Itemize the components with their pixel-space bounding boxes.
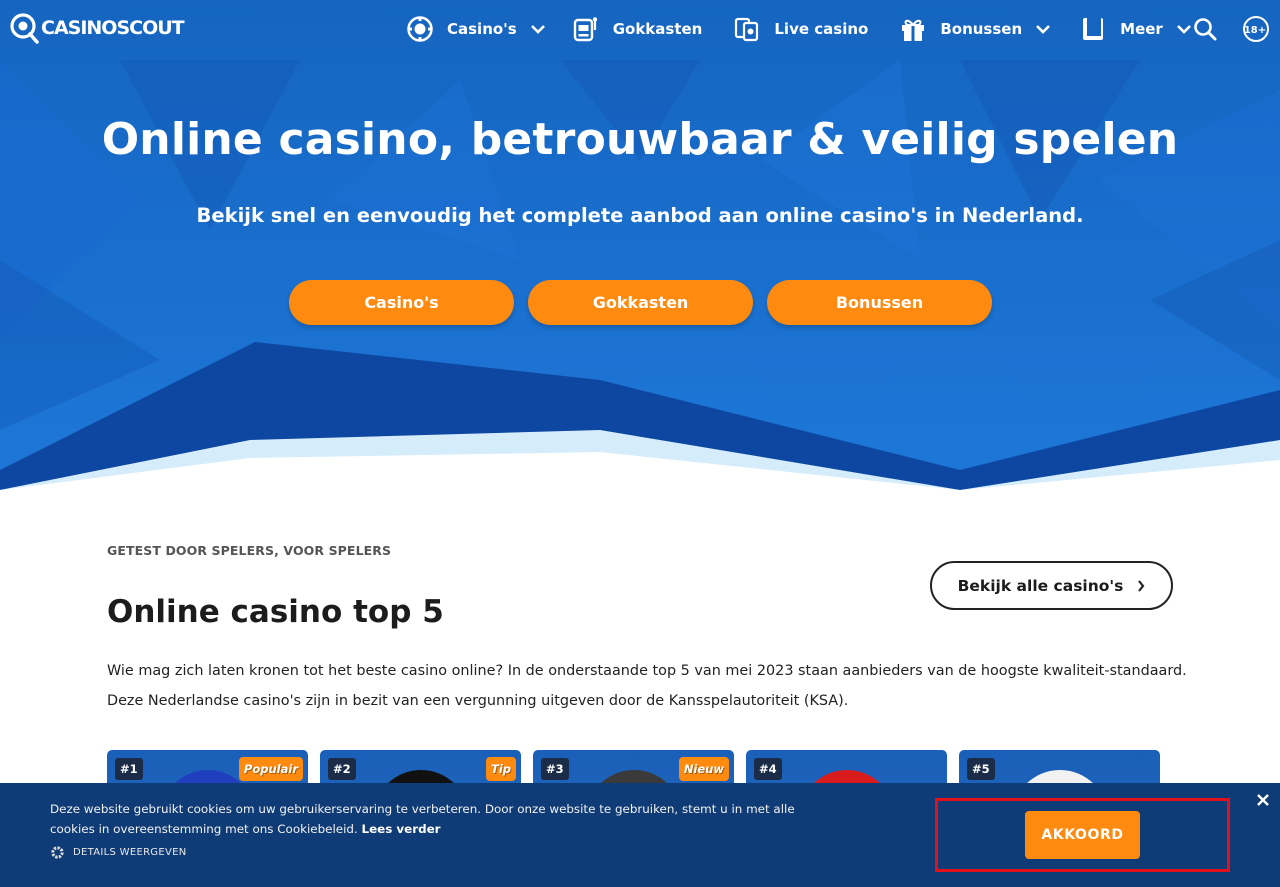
- logo-text: CASINOSCOUT: [41, 17, 185, 39]
- close-icon[interactable]: [1256, 793, 1270, 807]
- cookie-banner: Deze website gebruikt cookies om uw gebr…: [0, 783, 1280, 887]
- view-all-label: Bekijk alle casino's: [957, 576, 1124, 595]
- hero-gokkasten-button[interactable]: Gokkasten: [528, 280, 753, 325]
- hero-bonussen-button[interactable]: Bonussen: [767, 280, 992, 325]
- rank-badge: #4: [754, 758, 782, 780]
- details-label: DETAILS WEERGEVEN: [73, 847, 187, 858]
- hero-title: Online casino, betrouwbaar & veilig spel…: [101, 114, 1179, 165]
- rank-badge: #1: [115, 758, 143, 780]
- rank-badge: #5: [967, 758, 995, 780]
- rank-badge: #2: [328, 758, 356, 780]
- chevron-down-icon: [1176, 24, 1191, 34]
- section-title: Online casino top 5: [107, 594, 444, 630]
- nav-item-meer[interactable]: Meer: [1080, 14, 1191, 44]
- age-badge-text: 18+: [1244, 25, 1266, 36]
- nav-label-bonussen: Bonussen: [940, 20, 1023, 38]
- accept-cookies-button[interactable]: AKKOORD: [1025, 811, 1140, 859]
- search-icon[interactable]: [1193, 17, 1217, 41]
- card-tag: Populair: [238, 757, 303, 781]
- card-tag: Nieuw: [678, 757, 729, 781]
- main-nav: Casino's Gokkasten Live casino Bonussen …: [407, 14, 1191, 44]
- nav-item-live-casino[interactable]: Live casino: [734, 14, 868, 44]
- nav-label-casinos: Casino's: [447, 20, 517, 38]
- nav-label-gokkasten: Gokkasten: [612, 20, 703, 38]
- nav-item-bonussen[interactable]: Bonussen: [900, 14, 1051, 44]
- hero-casinos-button[interactable]: Casino's: [289, 280, 514, 325]
- nav-label-live-casino: Live casino: [774, 20, 869, 38]
- hero-section: [0, 0, 1280, 500]
- gift-icon: [902, 19, 925, 41]
- cookie-text: Deze website gebruikt cookies om uw gebr…: [50, 799, 830, 839]
- nav-label-meer: Meer: [1120, 20, 1163, 38]
- site-header: CASINOSCOUT Casino's Gokkasten Live casi…: [0, 0, 1280, 58]
- show-details-toggle[interactable]: DETAILS WEERGEVEN: [50, 845, 187, 860]
- slot-machine-icon: [573, 17, 597, 42]
- age-18-icon: 18+: [1243, 16, 1269, 42]
- chevron-down-icon: [530, 24, 545, 34]
- hero-buttons: Casino's Gokkasten Bonussen: [289, 280, 1006, 325]
- site-logo[interactable]: CASINOSCOUT: [9, 12, 185, 44]
- section-intro: Wie mag zich laten kronen tot het beste …: [107, 663, 1187, 709]
- nav-item-gokkasten[interactable]: Gokkasten: [573, 14, 703, 44]
- rank-badge: #3: [541, 758, 569, 780]
- book-icon: [1083, 18, 1104, 40]
- read-more-link[interactable]: Lees verder: [362, 822, 441, 836]
- section-eyebrow: GETEST DOOR SPELERS, VOOR SPELERS: [107, 543, 392, 558]
- cards-icon: [735, 17, 759, 42]
- nav-item-casinos[interactable]: Casino's: [407, 14, 545, 44]
- hero-subtitle: Bekijk snel en eenvoudig het complete aa…: [196, 204, 1084, 227]
- chevron-right-icon: [1138, 579, 1145, 592]
- chevron-down-icon: [1036, 24, 1051, 34]
- gear-icon: [51, 846, 64, 859]
- chip-icon: [407, 16, 433, 42]
- logo-mark-icon: [10, 13, 39, 44]
- hero-wave: [0, 342, 1280, 500]
- card-tag: Tip: [485, 757, 516, 781]
- view-all-casinos-button[interactable]: Bekijk alle casino's: [930, 561, 1173, 610]
